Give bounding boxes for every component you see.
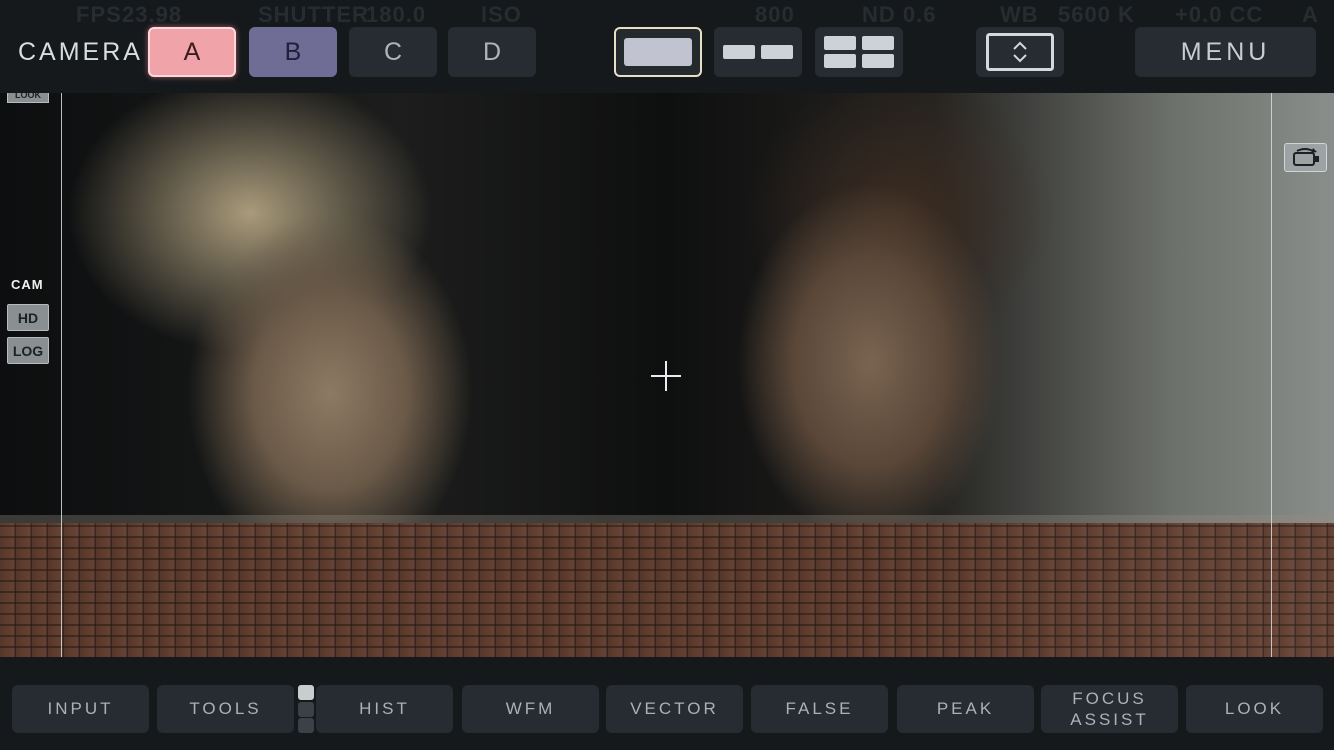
camera-label: CAMERA: [18, 38, 143, 66]
bottom-toolbar: INPUT TOOLS HIST WFM VECTOR FALSE PEAK F…: [0, 657, 1334, 750]
focus-assist-button[interactable]: FOCUS ASSIST: [1041, 685, 1178, 733]
input-button[interactable]: INPUT: [12, 685, 149, 733]
frame-guide-right: [1271, 93, 1272, 657]
iso-label: ISO: [481, 2, 522, 27]
wfm-button[interactable]: WFM: [462, 685, 599, 733]
flip-camera-button[interactable]: [1284, 143, 1327, 172]
focus-assist-line2: ASSIST: [1070, 710, 1149, 729]
menu-button[interactable]: MENU: [1135, 27, 1316, 77]
cc-value: +0.0 CC: [1175, 2, 1264, 27]
iso-value: 800: [755, 2, 795, 27]
wb-label: WB: [1000, 2, 1039, 27]
look-tag: LOOK: [7, 93, 49, 103]
brick-wall-foreground: [0, 523, 1334, 657]
flip-camera-icon: [1292, 147, 1319, 166]
shutter-label: SHUTTER: [258, 2, 369, 27]
nd-value: ND 0.6: [862, 2, 937, 27]
peak-button[interactable]: PEAK: [897, 685, 1034, 733]
look-button[interactable]: LOOK: [1186, 685, 1323, 733]
center-crosshair-icon: [651, 361, 681, 391]
dual-view-icon: [723, 45, 793, 59]
slot-value: A: [1302, 2, 1319, 27]
layout-single-button[interactable]: [614, 27, 702, 77]
fps-label: FPS: [76, 2, 122, 27]
focus-assist-line1: FOCUS: [1072, 689, 1147, 708]
expand-frame-icon: [986, 33, 1054, 71]
single-view-icon: [624, 38, 692, 66]
page-dot-3[interactable]: [298, 718, 314, 733]
hd-badge: HD: [7, 304, 49, 331]
page-dot-1[interactable]: [298, 685, 314, 700]
tools-button[interactable]: TOOLS: [157, 685, 294, 733]
fullscreen-toggle-button[interactable]: [976, 27, 1064, 77]
page-dot-2[interactable]: [298, 701, 314, 717]
toolbar-page-indicator[interactable]: [298, 685, 314, 733]
camera-a-button[interactable]: A: [148, 27, 236, 77]
quad-view-icon: [824, 36, 894, 68]
frame-guide-left: [61, 93, 62, 657]
false-color-button[interactable]: FALSE: [751, 685, 888, 733]
shutter-value: 180.0: [366, 2, 427, 27]
layout-dual-button[interactable]: [714, 27, 802, 77]
vector-button[interactable]: VECTOR: [606, 685, 743, 733]
cam-source-label: CAM: [11, 277, 44, 292]
camera-viewer[interactable]: LOOK CAM HD LOG: [0, 93, 1334, 657]
layout-quad-button[interactable]: [815, 27, 903, 77]
hist-button[interactable]: HIST: [316, 685, 453, 733]
camera-b-button[interactable]: B: [249, 27, 337, 77]
top-bar: FPS 23.98 SHUTTER 180.0 ISO 800 ND 0.6 W…: [0, 0, 1334, 93]
log-badge: LOG: [7, 337, 49, 364]
fps-value: 23.98: [122, 2, 183, 27]
camera-c-button[interactable]: C: [349, 27, 437, 77]
wb-value: 5600 K: [1058, 2, 1135, 27]
camera-d-button[interactable]: D: [448, 27, 536, 77]
